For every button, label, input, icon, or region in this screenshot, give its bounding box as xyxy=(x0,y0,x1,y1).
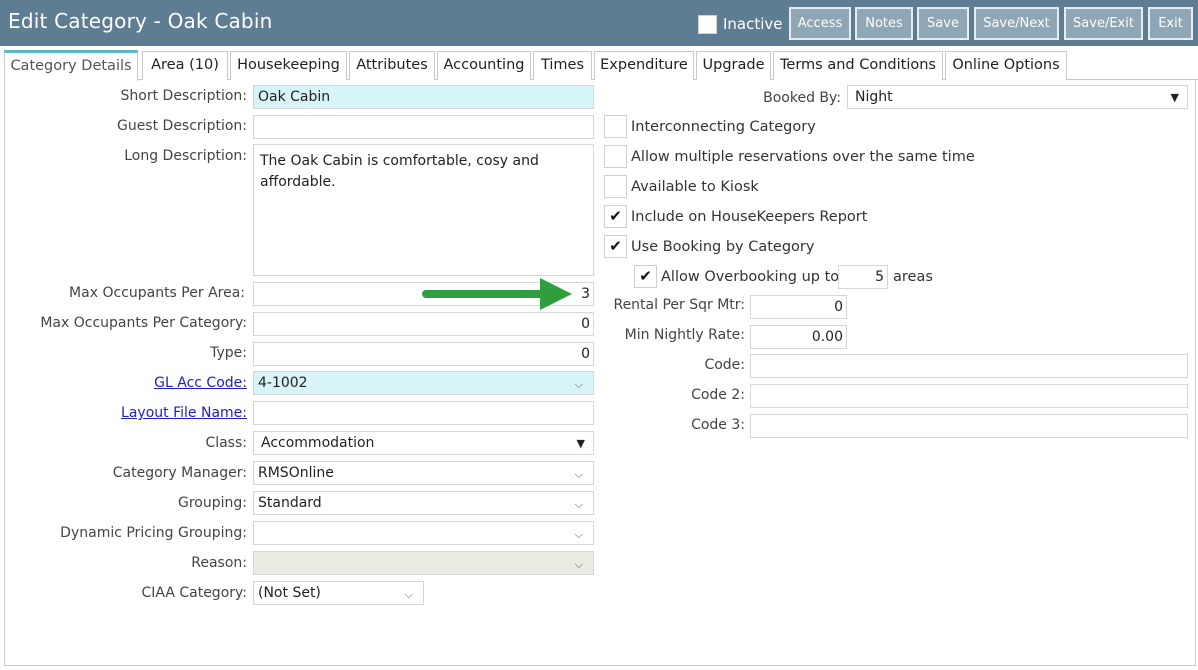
layout-file-name-input[interactable] xyxy=(253,401,594,425)
overbooking-checkbox[interactable]: ✔ xyxy=(634,265,657,288)
short-description-input[interactable]: Oak Cabin xyxy=(253,85,594,109)
category-manager-select[interactable]: RMSOnline ⌵ xyxy=(253,461,594,485)
housekeepers-report-checkbox[interactable]: ✔ xyxy=(604,205,627,228)
tab-attributes[interactable]: Attributes xyxy=(349,51,435,80)
multiple-reservations-label: Allow multiple reservations over the sam… xyxy=(631,149,975,165)
kiosk-label: Available to Kiosk xyxy=(631,179,759,195)
ciaa-category-label: CIAA Category: xyxy=(141,585,247,601)
overbooking-suffix: areas xyxy=(893,269,933,285)
exit-button[interactable]: Exit xyxy=(1148,7,1193,40)
grouping-select[interactable]: Standard ⌵ xyxy=(253,491,594,515)
rental-per-sqm-label: Rental Per Sqr Mtr: xyxy=(613,297,745,313)
type-input[interactable]: 0 xyxy=(253,342,594,366)
grouping-label: Grouping: xyxy=(178,495,247,511)
short-description-label: Short Description: xyxy=(120,88,247,104)
interconnecting-label: Interconnecting Category xyxy=(631,119,816,135)
save-next-button[interactable]: Save/Next xyxy=(974,7,1059,40)
chevron-down-icon: ⌵ xyxy=(574,498,583,511)
booking-by-category-checkbox[interactable]: ✔ xyxy=(604,235,627,258)
arrow-icon xyxy=(422,278,572,310)
check-icon: ✔ xyxy=(609,207,622,225)
guest-description-label: Guest Description: xyxy=(116,118,247,134)
tab-upgrade[interactable]: Upgrade xyxy=(696,51,771,80)
tab-bar: Category Details Area (10) Housekeeping … xyxy=(4,50,1198,81)
class-label: Class: xyxy=(205,435,247,451)
tab-terms-and-conditions[interactable]: Terms and Conditions xyxy=(773,51,943,80)
multiple-reservations-checkbox[interactable] xyxy=(604,145,627,168)
save-exit-button[interactable]: Save/Exit xyxy=(1064,7,1143,40)
tab-online-options[interactable]: Online Options xyxy=(945,51,1067,80)
code-2-label: Code 2: xyxy=(691,387,745,403)
gl-acc-code-value: 4-1002 xyxy=(258,375,308,391)
guest-description-input[interactable] xyxy=(253,115,594,139)
category-manager-label: Category Manager: xyxy=(112,465,247,481)
housekeepers-report-label: Include on HouseKeepers Report xyxy=(631,209,868,225)
tab-times[interactable]: Times xyxy=(533,51,592,80)
caret-down-icon: ▼ xyxy=(1170,91,1179,104)
booked-by-label: Booked By: xyxy=(763,90,841,106)
ciaa-category-value: (Not Set) xyxy=(258,585,321,601)
tab-category-details[interactable]: Category Details xyxy=(4,50,138,81)
tab-expenditure[interactable]: Expenditure xyxy=(594,51,694,80)
code-input[interactable] xyxy=(750,354,1188,378)
page-title: Edit Category - Oak Cabin xyxy=(8,9,273,33)
dynamic-pricing-grouping-label: Dynamic Pricing Grouping: xyxy=(60,525,247,541)
code-3-label: Code 3: xyxy=(691,417,745,433)
inactive-label: Inactive xyxy=(723,15,783,33)
booked-by-value: Night xyxy=(855,89,893,105)
ciaa-category-select[interactable]: (Not Set) ⌵ xyxy=(253,581,424,605)
max-occupants-area-label: Max Occupants Per Area: xyxy=(69,285,245,301)
max-occupants-category-label: Max Occupants Per Category: xyxy=(40,315,247,331)
save-button[interactable]: Save xyxy=(917,7,969,40)
caret-down-icon: ▼ xyxy=(576,437,585,450)
chevron-down-icon: ⌵ xyxy=(574,528,583,541)
chevron-down-icon: ⌵ xyxy=(574,558,583,571)
chevron-down-icon: ⌵ xyxy=(574,468,583,481)
rental-per-sqm-input[interactable]: 0 xyxy=(750,295,847,319)
booking-by-category-label: Use Booking by Category xyxy=(631,239,815,255)
check-icon: ✔ xyxy=(639,267,652,285)
tab-area[interactable]: Area (10) xyxy=(142,51,228,80)
overbooking-label: Allow Overbooking up to xyxy=(661,269,840,285)
long-description-label: Long Description: xyxy=(124,148,247,164)
category-manager-value: RMSOnline xyxy=(258,465,334,481)
gl-acc-code-link[interactable]: GL Acc Code: xyxy=(154,375,247,391)
booked-by-select[interactable]: Night ▼ xyxy=(847,85,1188,109)
dynamic-pricing-grouping-select[interactable]: ⌵ xyxy=(253,521,594,545)
chevron-down-icon: ⌵ xyxy=(404,588,413,601)
inactive-checkbox[interactable] xyxy=(698,15,717,34)
min-nightly-rate-label: Min Nightly Rate: xyxy=(624,327,745,343)
title-bar: Edit Category - Oak Cabin Inactive Acces… xyxy=(0,0,1198,46)
layout-file-name-link[interactable]: Layout File Name: xyxy=(121,405,247,421)
notes-button[interactable]: Notes xyxy=(855,7,913,40)
chevron-down-icon: ⌵ xyxy=(574,378,583,391)
code-label: Code: xyxy=(704,357,745,373)
long-description-textarea[interactable]: The Oak Cabin is comfortable, cosy and a… xyxy=(253,144,594,276)
gl-acc-code-select[interactable]: 4-1002 ⌵ xyxy=(253,371,594,395)
code-2-input[interactable] xyxy=(750,384,1188,408)
class-value: Accommodation xyxy=(261,435,375,451)
interconnecting-checkbox[interactable] xyxy=(604,115,627,138)
class-select[interactable]: Accommodation ▼ xyxy=(253,431,594,455)
reason-label: Reason: xyxy=(191,555,247,571)
grouping-value: Standard xyxy=(258,495,322,511)
tab-housekeeping[interactable]: Housekeeping xyxy=(230,51,347,80)
max-occupants-category-input[interactable]: 0 xyxy=(253,312,594,336)
min-nightly-rate-input[interactable]: 0.00 xyxy=(750,325,847,349)
tab-accounting[interactable]: Accounting xyxy=(437,51,531,80)
access-button[interactable]: Access xyxy=(789,7,851,40)
code-3-input[interactable] xyxy=(750,414,1188,438)
kiosk-checkbox[interactable] xyxy=(604,175,627,198)
check-icon: ✔ xyxy=(609,237,622,255)
type-label: Type: xyxy=(210,345,247,361)
reason-select: ⌵ xyxy=(253,551,594,575)
overbooking-areas-input[interactable]: 5 xyxy=(838,265,888,289)
